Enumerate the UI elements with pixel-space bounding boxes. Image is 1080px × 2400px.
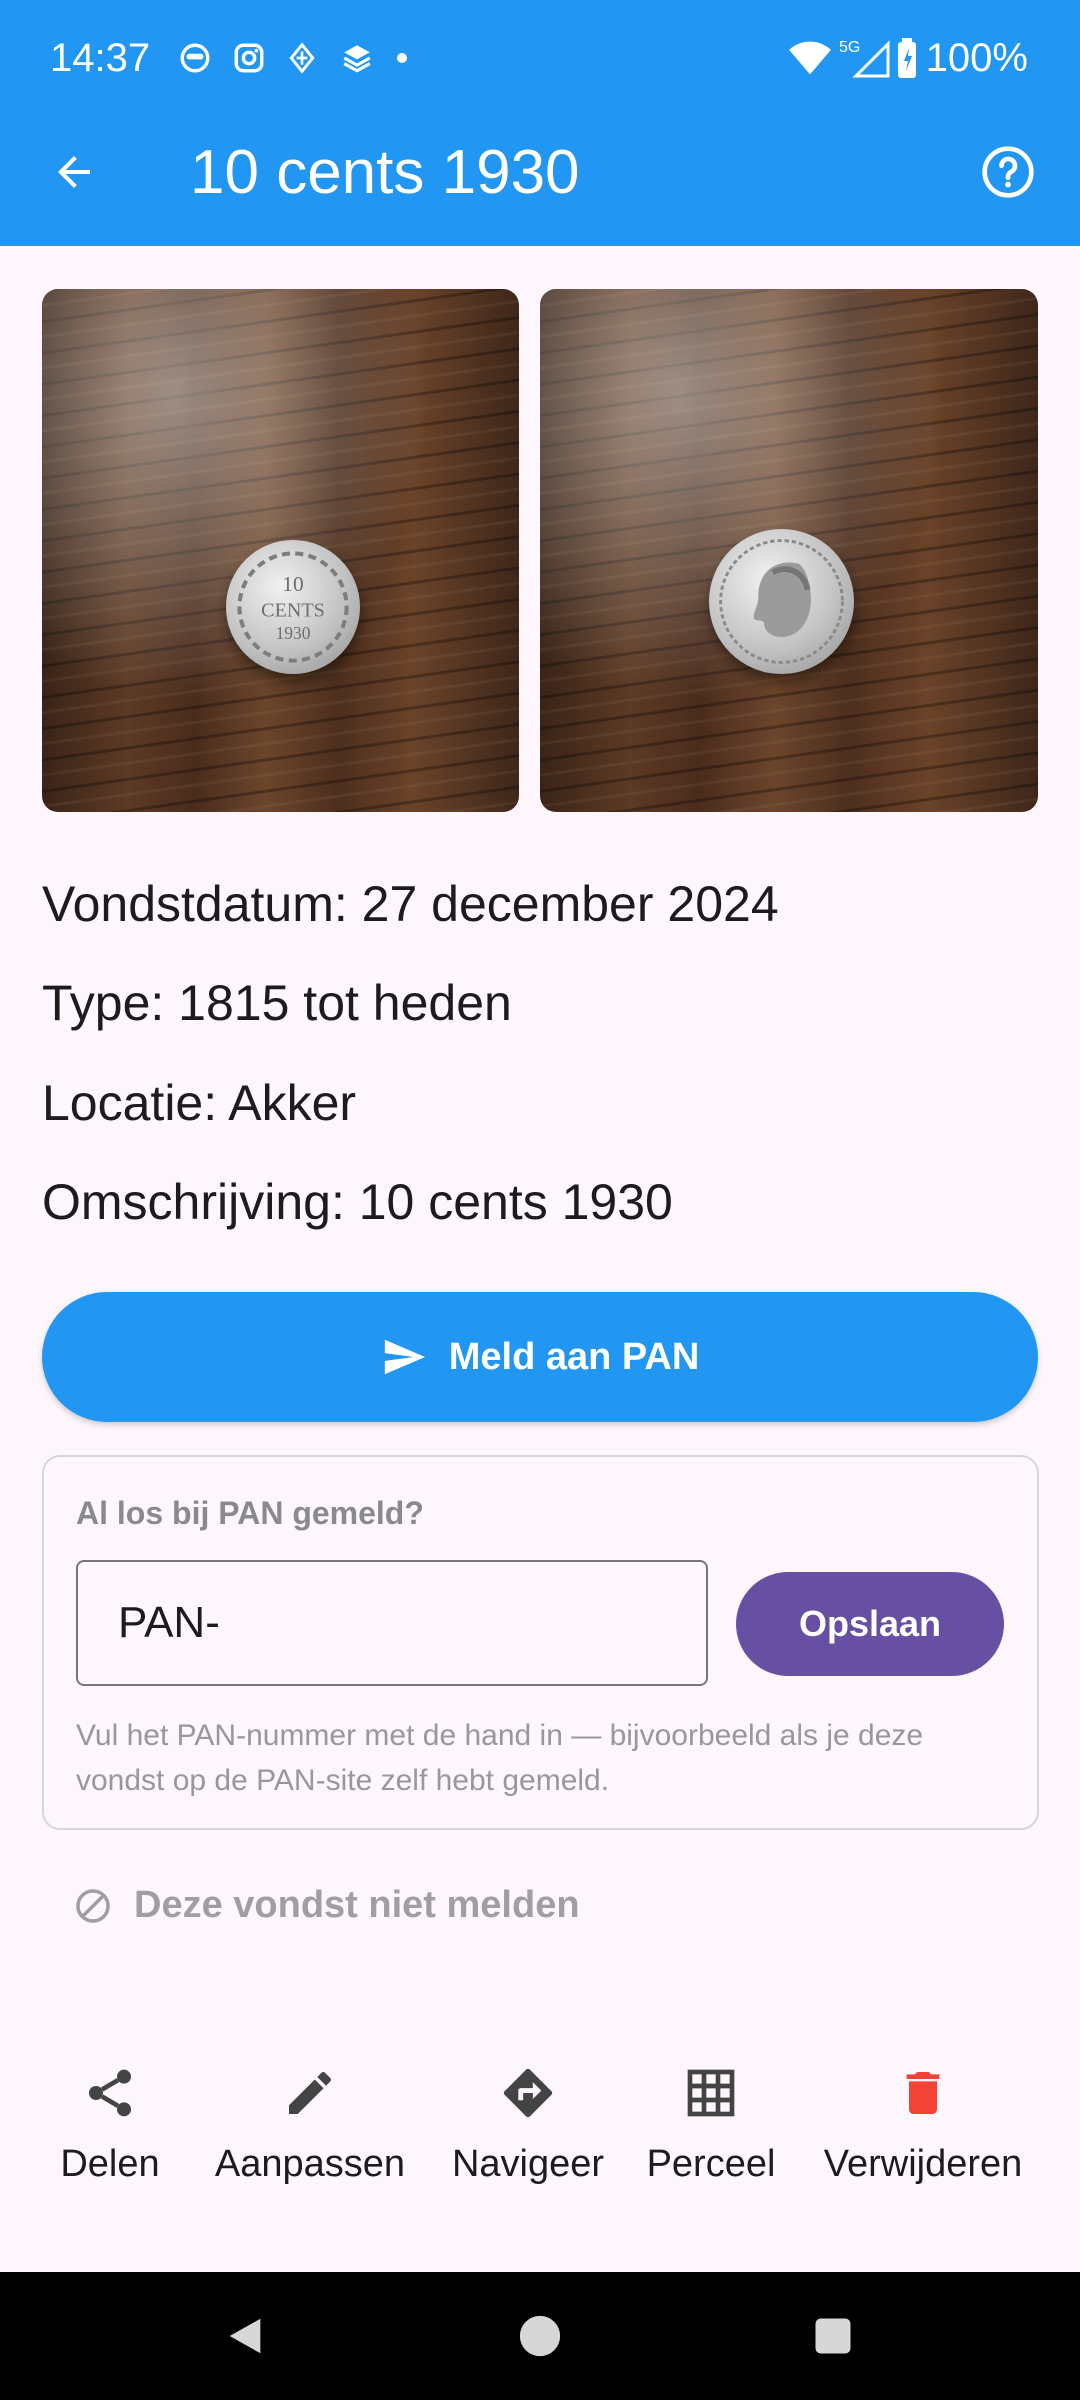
layers-icon xyxy=(343,45,371,73)
delete-icon xyxy=(906,2072,940,2114)
face-icon xyxy=(180,43,210,73)
bottom-action-bar: Delen Aanpassen Navigeer Perceel Verwijd… xyxy=(0,2050,1080,2210)
nav-back-button[interactable] xyxy=(205,2296,285,2376)
back-button[interactable] xyxy=(38,136,110,208)
cell-signal-icon: 5G xyxy=(839,39,890,78)
coin-front: 10 CENTS 1930 xyxy=(226,540,360,674)
wifi-icon xyxy=(788,41,831,75)
coin-portrait xyxy=(719,539,844,664)
manual-pan-title: Al los bij PAN gemeld? xyxy=(76,1495,424,1531)
status-right: 5G 100% xyxy=(788,34,1028,82)
page-title: 10 cents 1930 xyxy=(190,138,580,207)
edit-button[interactable]: Aanpassen xyxy=(200,2050,420,2210)
share-icon xyxy=(89,2069,131,2117)
manual-pan-helper-text: Vul het PAN-nummer met de hand in — bijv… xyxy=(76,1719,924,1797)
delete-button[interactable]: Verwijderen xyxy=(806,2050,1040,2210)
nav-home-button[interactable] xyxy=(500,2296,580,2376)
circle-home-icon xyxy=(519,2315,561,2357)
system-nav-bar xyxy=(0,2272,1080,2400)
square-recents-icon xyxy=(815,2318,851,2354)
battery-percentage: 100% xyxy=(925,36,1028,80)
find-location: Locatie: Akker xyxy=(42,1075,357,1131)
notification-icons xyxy=(178,36,408,80)
arrow-left-icon xyxy=(58,156,90,188)
parcel-button[interactable]: Perceel xyxy=(636,2050,786,2210)
save-button[interactable]: Opslaan xyxy=(736,1572,1004,1676)
parcel-label: Perceel xyxy=(646,2143,776,2185)
app-icon xyxy=(289,42,315,74)
network-label: 5G xyxy=(839,39,860,56)
app-bar: 14:37 5G 100% 10 cents 1930 xyxy=(0,0,1080,246)
triangle-back-icon xyxy=(229,2318,261,2354)
coin-year-text: 1930 xyxy=(276,623,311,643)
edit-label: Aanpassen xyxy=(214,2143,406,2185)
coin-unit-text: CENTS xyxy=(261,599,325,621)
share-label: Delen xyxy=(60,2143,160,2185)
find-photo-front[interactable]: 10 CENTS 1930 xyxy=(42,289,519,812)
grid-icon xyxy=(687,2069,735,2117)
battery-icon xyxy=(897,38,916,78)
pan-number-input[interactable] xyxy=(78,1562,706,1684)
status-bar: 14:37 5G 100% xyxy=(0,0,1080,116)
navigate-label: Navigeer xyxy=(451,2143,605,2185)
find-description: Omschrijving: 10 cents 1930 xyxy=(42,1174,673,1230)
coin-back xyxy=(709,529,854,674)
send-icon xyxy=(384,1339,425,1375)
nav-recents-button[interactable] xyxy=(793,2296,873,2376)
find-date: Vondstdatum: 27 december 2024 xyxy=(42,876,779,932)
block-icon xyxy=(76,1888,110,1923)
report-pan-button[interactable]: Meld aan PAN xyxy=(42,1292,1038,1422)
status-time: 14:37 xyxy=(50,36,151,80)
help-button[interactable] xyxy=(972,136,1044,208)
find-photo-back[interactable] xyxy=(540,289,1038,812)
navigate-button[interactable]: Navigeer xyxy=(440,2050,616,2210)
share-button[interactable]: Delen xyxy=(40,2050,180,2210)
skip-report-button[interactable]: Deze vondst niet melden xyxy=(74,1884,580,1927)
pan-number-field[interactable] xyxy=(76,1560,708,1686)
report-pan-label: Meld aan PAN xyxy=(448,1335,700,1378)
coin-front-face: 10 CENTS 1930 xyxy=(237,551,349,663)
coin-value-text: 10 xyxy=(282,572,303,596)
skip-report-label: Deze vondst niet melden xyxy=(134,1884,580,1926)
dot-icon xyxy=(397,53,407,63)
delete-label: Verwijderen xyxy=(823,2143,1023,2185)
find-type: Type: 1815 tot heden xyxy=(42,975,512,1031)
help-circle-icon xyxy=(982,146,1034,198)
manual-pan-card: Al los bij PAN gemeld? Opslaan Vul het P… xyxy=(42,1455,1039,1830)
edit-icon xyxy=(289,2071,332,2114)
directions-icon xyxy=(503,2068,553,2118)
instagram-icon xyxy=(234,43,264,73)
